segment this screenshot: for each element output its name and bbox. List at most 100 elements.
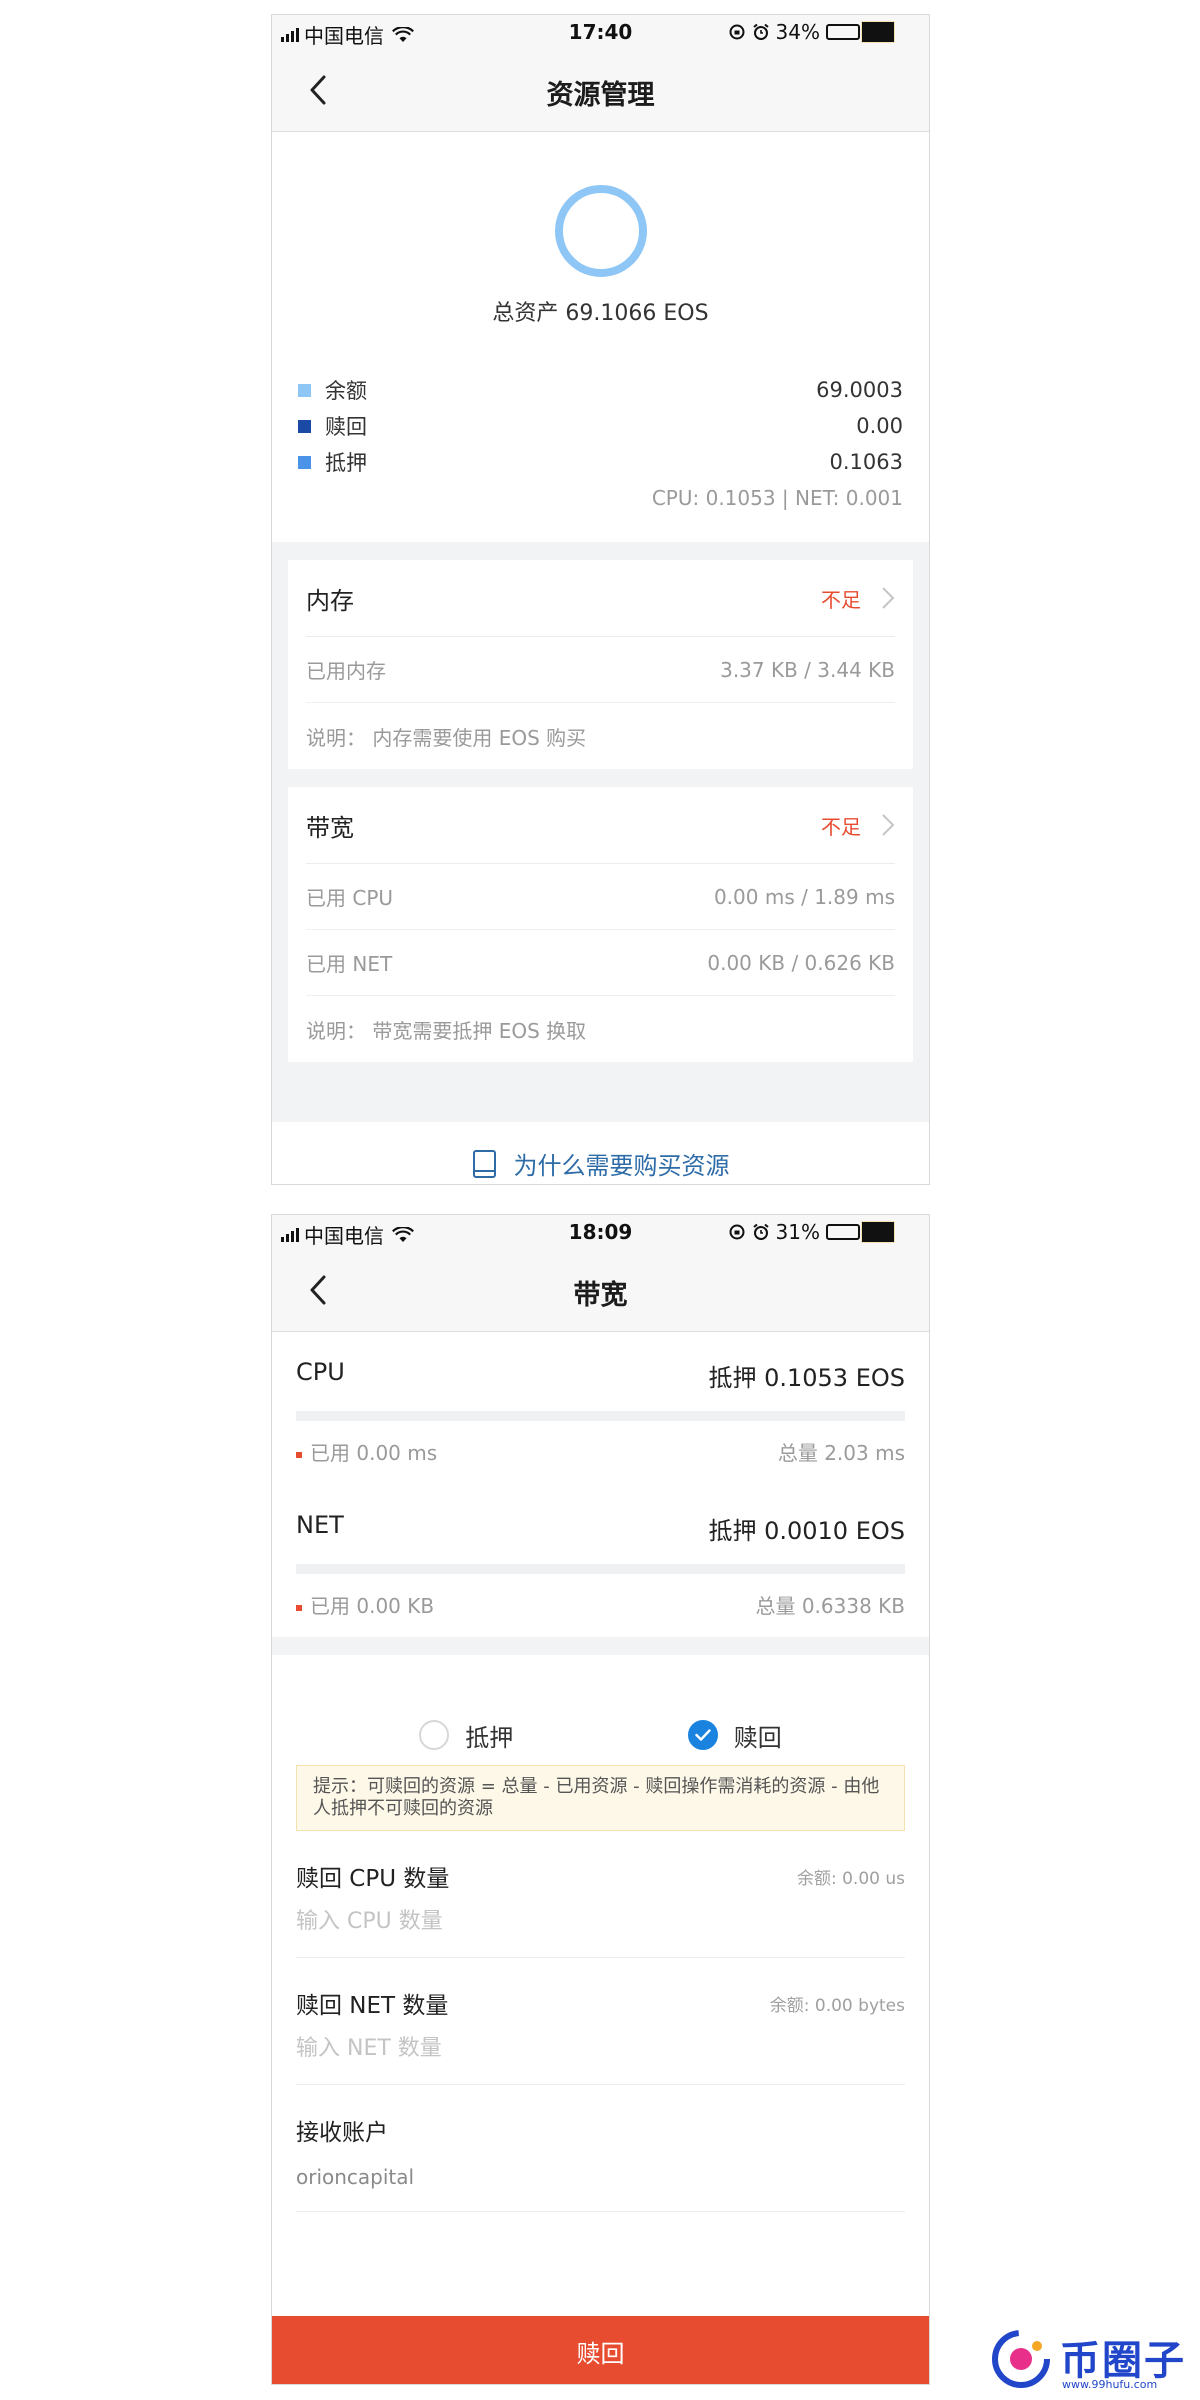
bandwidth-status: 不足 (821, 814, 861, 839)
legend-label: 余额 (325, 379, 367, 403)
cpu-name: CPU (296, 1358, 345, 1386)
radio-unchecked-icon (419, 1720, 450, 1750)
section-divider (272, 1637, 929, 1655)
net-usage-block: NET 抵押 0.0010 EOS 已用 0.00 KB 总量 0.6338 K… (296, 1485, 905, 1638)
redeem-option[interactable]: 赎回 (687, 1705, 782, 1765)
cpu-used: 已用 0.00 ms (310, 1441, 438, 1465)
net-staked: 抵押 0.0010 EOS (708, 1517, 905, 1545)
resource-management-screen: 中国电信 17:40 34% 资源管理 总资产 69.1066 EOS 余额 6… (271, 14, 930, 1185)
cpu-total: 总量 2.03 ms (777, 1441, 905, 1465)
total-assets: 总资产 69.1066 EOS (492, 301, 709, 326)
watermark-url: www.99hufu.com (1062, 2378, 1158, 2391)
memory-status: 不足 (821, 587, 861, 612)
redeem-net-field: 赎回 NET 数量 余额: 0.00 bytes (296, 1958, 905, 2085)
bandwidth-note-row: 说明： 带宽需要抵押 EOS 换取 (306, 996, 895, 1062)
receiving-account-value[interactable]: orioncapital (296, 2165, 905, 2189)
net-name: NET (296, 1511, 344, 1539)
book-icon (472, 1149, 496, 1178)
memory-used-row: 已用内存 3.37 KB / 3.44 KB (306, 637, 895, 703)
legend-row-redeem: 赎回 0.00 (298, 408, 903, 444)
cpu-used-value: 0.00 ms / 1.89 ms (713, 884, 895, 909)
chevron-right-icon (882, 587, 895, 609)
asset-ring-chart (555, 185, 647, 277)
page-title: 资源管理 (546, 80, 655, 111)
memory-note: 说明： 内存需要使用 EOS 购买 (306, 725, 587, 750)
legend-value: 69.0003 (816, 378, 903, 402)
cpu-usage-bar (296, 1411, 905, 1421)
redeem-option-label: 赎回 (733, 1723, 782, 1752)
battery-icon (826, 21, 919, 43)
cpu-used-row: 已用 CPU 0.00 ms / 1.89 ms (306, 864, 895, 930)
stake-option-label: 抵押 (465, 1723, 514, 1752)
bandwidth-title: 带宽 (306, 813, 354, 842)
bandwidth-usage: CPU 抵押 0.1053 EOS 已用 0.00 ms 总量 2.03 ms … (272, 1332, 929, 1637)
stake-option[interactable]: 抵押 (419, 1705, 513, 1765)
stake-breakdown: CPU: 0.1053 | NET: 0.001 (651, 486, 903, 510)
battery-percent: 34% (775, 20, 820, 44)
receiving-account-label: 接收账户 (296, 2120, 388, 2146)
used-dot-icon (296, 1604, 302, 1611)
legend-value: 0.1063 (829, 450, 903, 474)
legend-swatch (298, 383, 311, 397)
cpu-used-label: 已用 CPU (306, 886, 394, 910)
bandwidth-screen: 中国电信 18:09 31% 带宽 CPU 抵押 0.1053 EOS 已用 0… (271, 1214, 930, 2385)
alarm-icon (752, 1223, 769, 1240)
navigation-bar: 资源管理 (272, 49, 929, 132)
orientation-lock-icon (729, 24, 745, 40)
battery-icon (826, 1221, 919, 1243)
why-buy-resources-link[interactable]: 为什么需要购买资源 (272, 1122, 929, 1184)
redeem-tip: 提示：可赎回的资源 = 总量 - 已用资源 - 赎回操作需消耗的资源 - 由他人… (296, 1765, 905, 1831)
net-usage-bar (296, 1564, 905, 1574)
bandwidth-card-header[interactable]: 带宽 不足 (306, 787, 895, 864)
status-bar: 中国电信 17:40 34% (272, 15, 929, 49)
net-used-row: 已用 NET 0.00 KB / 0.626 KB (306, 930, 895, 996)
legend-label: 赎回 (325, 415, 367, 439)
legend-swatch (298, 455, 311, 469)
legend-value: 0.00 (856, 414, 903, 438)
redeem-cpu-balance: 余额: 0.00 us (796, 1868, 905, 1889)
radio-checked-icon (687, 1720, 718, 1750)
page-title: 带宽 (573, 1280, 628, 1311)
redeem-cpu-label: 赎回 CPU 数量 (296, 1866, 450, 1892)
memory-card: 内存 不足 已用内存 3.37 KB / 3.44 KB 说明： 内存需要使用 … (288, 560, 913, 769)
memory-note-row: 说明： 内存需要使用 EOS 购买 (306, 703, 895, 769)
legend-label: 抵押 (325, 451, 367, 475)
net-total: 总量 0.6338 KB (755, 1594, 905, 1618)
orientation-lock-icon (729, 1224, 745, 1240)
alarm-icon (752, 23, 769, 40)
watermark: 币圈子 www.99hufu.com (990, 2320, 1190, 2396)
legend-swatch (298, 419, 311, 433)
resource-cards: 内存 不足 已用内存 3.37 KB / 3.44 KB 说明： 内存需要使用 … (272, 542, 929, 1122)
legend-row-balance: 余额 69.0003 (298, 372, 903, 408)
net-used-label: 已用 NET (306, 952, 393, 976)
cpu-usage-block: CPU 抵押 0.1053 EOS 已用 0.00 ms 总量 2.03 ms (296, 1332, 905, 1485)
redeem-cpu-field: 赎回 CPU 数量 余额: 0.00 us (296, 1831, 905, 1958)
redeem-net-label: 赎回 NET 数量 (296, 1993, 449, 2019)
help-link-label: 为什么需要购买资源 (513, 1152, 730, 1180)
navigation-bar: 带宽 (272, 1249, 929, 1332)
bandwidth-card: 带宽 不足 已用 CPU 0.00 ms / 1.89 ms 已用 NET 0.… (288, 787, 913, 1062)
net-used: 已用 0.00 KB (310, 1594, 435, 1618)
battery-percent: 31% (775, 1220, 820, 1244)
used-dot-icon (296, 1451, 302, 1458)
redeem-net-balance: 余额: 0.00 bytes (769, 1995, 905, 2016)
receiving-account-field: 接收账户 orioncapital (296, 2085, 905, 2212)
status-bar: 中国电信 18:09 31% (272, 1215, 929, 1249)
redeem-submit-button[interactable]: 赎回 (272, 2316, 929, 2384)
asset-overview: 总资产 69.1066 EOS 余额 69.0003 赎回 0.00 抵押 0.… (272, 132, 929, 542)
chevron-right-icon (882, 814, 895, 836)
bandwidth-note: 说明： 带宽需要抵押 EOS 换取 (306, 1018, 587, 1043)
action-toggle: 抵押 赎回 (272, 1655, 929, 1765)
redeem-cpu-input[interactable] (296, 1909, 905, 1934)
cpu-staked: 抵押 0.1053 EOS (708, 1364, 905, 1392)
redeem-form: 抵押 赎回 提示：可赎回的资源 = 总量 - 已用资源 - 赎回操作需消耗的资源… (272, 1655, 929, 2384)
net-used-value: 0.00 KB / 0.626 KB (707, 950, 895, 975)
redeem-net-input[interactable] (296, 2036, 905, 2061)
memory-card-header[interactable]: 内存 不足 (306, 560, 895, 637)
memory-used-label: 已用内存 (306, 659, 386, 683)
legend-row-staked: 抵押 0.1063 (298, 444, 903, 480)
memory-used-value: 3.37 KB / 3.44 KB (720, 657, 895, 682)
asset-legend: 余额 69.0003 赎回 0.00 抵押 0.1063 CPU: 0.1053… (298, 372, 903, 510)
brand-logo-icon (992, 2330, 1050, 2388)
memory-title: 内存 (306, 586, 354, 615)
